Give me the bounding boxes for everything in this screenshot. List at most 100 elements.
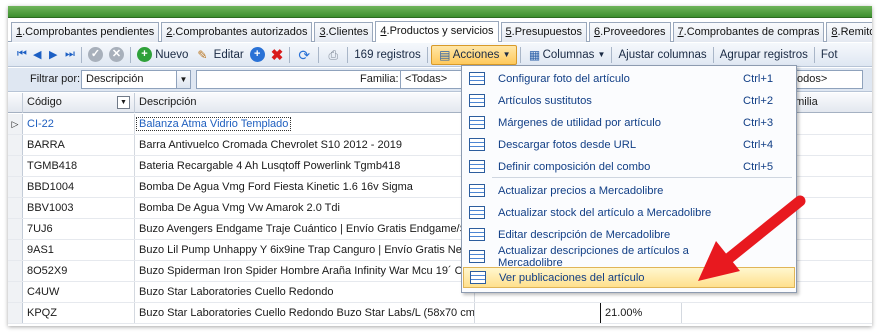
record-count: 169 registros: [354, 48, 421, 61]
row-indicator[interactable]: [8, 282, 23, 302]
todos-select[interactable]: odos>: [793, 70, 863, 89]
cell-descripcion[interactable]: Bomba De Agua Vmg Vw Amarok 2.0 Tdi: [135, 198, 475, 218]
menu-item-shortcut: Ctrl+4: [743, 138, 774, 151]
row-indicator[interactable]: ▷: [8, 114, 23, 134]
ajustar-columnas-button[interactable]: Ajustar columnas: [615, 45, 709, 65]
cell-descripcion[interactable]: Buzo Spiderman Iron Spider Hombre Araña …: [135, 261, 475, 281]
next-record-icon[interactable]: ▶: [46, 45, 62, 65]
menu-item[interactable]: Configurar foto del artículo Ctrl+1: [463, 68, 795, 89]
header-codigo[interactable]: Código ▼: [23, 93, 135, 113]
menu-separator: [492, 177, 792, 178]
cell-codigo[interactable]: C4UW: [23, 282, 135, 302]
cell-descripcion[interactable]: Bomba De Agua Vmg Ford Fiesta Kinetic 1.…: [135, 177, 475, 197]
cell-descripcion[interactable]: Buzo Lil Pump Unhappy Y 6ix9ine Trap Can…: [135, 240, 475, 260]
menu-item-shortcut: Ctrl+5: [743, 160, 774, 173]
separator: [347, 46, 349, 63]
cell-codigo[interactable]: TGMB418: [23, 156, 135, 176]
columnas-button[interactable]: ▦ Columnas ▼: [524, 45, 609, 65]
chevron-down-icon: ▼: [176, 71, 190, 88]
cell-descripcion[interactable]: Balanza Atma Vidrio Templado: [135, 114, 475, 134]
filter-dropdown-icon[interactable]: ▼: [117, 96, 130, 109]
acciones-button[interactable]: ▤ Acciones ▼: [430, 44, 517, 65]
delete-icon[interactable]: ✖: [268, 45, 287, 65]
separator: [289, 46, 291, 63]
arrow-shaft: [722, 195, 806, 265]
menu-item[interactable]: Márgenes de utilidad por artículo Ctrl+3: [463, 112, 795, 133]
cell-descripcion[interactable]: Buzo Star Laboratories Cuello Redondo: [135, 282, 475, 302]
cancel-icon[interactable]: ✕: [106, 45, 127, 65]
agrupar-registros-button[interactable]: Agrupar registros: [717, 45, 811, 65]
row-indicator[interactable]: [8, 219, 23, 239]
tab-productos-servicios[interactable]: 4.Productos y servicios: [375, 21, 499, 42]
window-icon: [469, 160, 485, 173]
table-row[interactable]: KPQZ Buzo Star Laboratories Cuello Redond…: [8, 303, 872, 324]
tab-presupuestos[interactable]: 5.Presupuestos: [500, 22, 587, 42]
row-indicator[interactable]: [8, 303, 23, 323]
filter-label: Filtrar por:: [30, 73, 81, 85]
row-indicator[interactable]: [8, 261, 23, 281]
row-indicator[interactable]: [8, 177, 23, 197]
tab-comprobantes-autorizados[interactable]: 2.Comprobantes autorizados: [161, 22, 313, 42]
cell-codigo[interactable]: 7UJ6: [23, 219, 135, 239]
menu-item-label: Artículos sustitutos: [498, 94, 592, 107]
confirm-icon[interactable]: ✓: [85, 45, 106, 65]
separator: [130, 46, 131, 63]
last-record-icon[interactable]: ⏭: [62, 45, 78, 65]
familia-select[interactable]: <Todas>: [400, 70, 470, 89]
header-familia[interactable]: amilia: [785, 93, 872, 113]
menu-item-label: Descargar fotos desde URL: [498, 138, 637, 151]
previous-record-icon[interactable]: ◀: [30, 45, 46, 65]
separator: [81, 46, 82, 63]
menu-item[interactable]: Artículos sustitutos Ctrl+2: [463, 90, 795, 111]
editar-button[interactable]: ✎ Editar: [191, 45, 246, 65]
window-icon: [469, 116, 485, 129]
columns-icon: ▦: [528, 47, 541, 62]
chevron-down-icon: ▼: [502, 50, 511, 59]
plus-icon: +: [137, 47, 152, 62]
list-icon: ▤: [439, 47, 451, 62]
refresh-icon[interactable]: ⟳: [293, 45, 315, 65]
first-record-icon[interactable]: ⏮: [14, 45, 30, 65]
separator: [813, 46, 815, 63]
cell-porcentaje[interactable]: 21.00%: [600, 303, 682, 323]
cell-descripcion[interactable]: Buzo Star Laboratories Cuello Redondo Bu…: [135, 303, 475, 323]
cell-codigo[interactable]: BBV1003: [23, 198, 135, 218]
cell-descripcion[interactable]: Buzo Avengers Endgame Traje Cuántico | E…: [135, 219, 475, 239]
edit-icon: ✎: [197, 47, 208, 62]
title-strip: [8, 6, 872, 18]
nuevo-button[interactable]: + Nuevo: [134, 45, 191, 65]
cell-codigo[interactable]: KPQZ: [23, 303, 135, 323]
cell-codigo[interactable]: BBD1004: [23, 177, 135, 197]
cell-codigo[interactable]: 9AS1: [23, 240, 135, 260]
tab-comprobantes-compras[interactable]: 7.Comprobantes de compras: [672, 22, 825, 42]
menu-item-label: Definir composición del combo: [498, 160, 651, 173]
add-icon[interactable]: +: [247, 45, 268, 65]
tab-remitos[interactable]: 8.Remitos: [826, 22, 872, 42]
row-indicator[interactable]: [8, 135, 23, 155]
cell-codigo[interactable]: 8O52X9: [23, 261, 135, 281]
window-icon: [470, 271, 486, 284]
tab-proveedores[interactable]: 6.Proveedores: [588, 22, 671, 42]
menu-item[interactable]: Definir composición del combo Ctrl+5: [463, 156, 795, 177]
print-icon[interactable]: ⎙: [322, 45, 344, 65]
fotos-button[interactable]: Fot: [818, 45, 841, 65]
cell-descripcion[interactable]: Barra Antivuelco Cromada Chevrolet S10 2…: [135, 135, 475, 155]
tab-comprobantes-pendientes[interactable]: 1.Comprobantes pendientes: [11, 22, 160, 42]
menu-item[interactable]: Descargar fotos desde URL Ctrl+4: [463, 134, 795, 155]
filter-field-select[interactable]: Descripción ▼: [81, 70, 191, 89]
cell-codigo[interactable]: CI-22: [23, 114, 135, 134]
familia-label: Familia:: [360, 73, 399, 85]
cell-codigo[interactable]: BARRA: [23, 135, 135, 155]
row-header-corner: [8, 93, 23, 113]
row-indicator[interactable]: [8, 240, 23, 260]
separator: [318, 46, 320, 63]
cell-descripcion[interactable]: Bateria Recargable 4 Ah Lusqtoff Powerli…: [135, 156, 475, 176]
row-indicator[interactable]: [8, 156, 23, 176]
window-icon: [469, 228, 485, 241]
tab-bar: 1.Comprobantes pendientes 2.Comprobantes…: [8, 21, 872, 42]
row-indicator[interactable]: [8, 198, 23, 218]
menu-item-label: Configurar foto del artículo: [498, 72, 630, 85]
menu-item-shortcut: Ctrl+3: [743, 116, 774, 129]
tab-clientes[interactable]: 3.Clientes: [314, 22, 374, 42]
window-icon: [469, 72, 485, 85]
